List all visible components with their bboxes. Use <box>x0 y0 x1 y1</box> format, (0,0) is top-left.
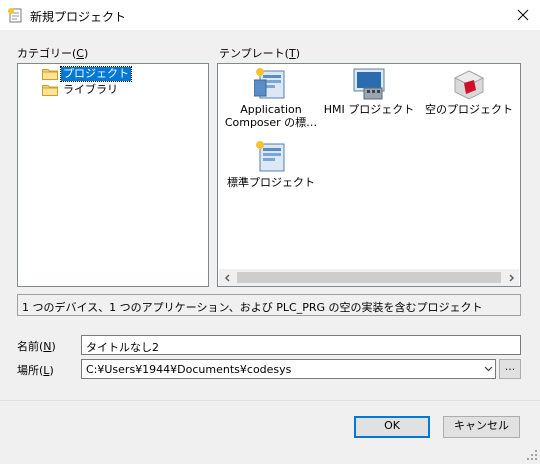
location-label: 場所(L) <box>17 364 54 377</box>
template-label: テンプレート(T) <box>219 47 300 60</box>
template-application-composer[interactable]: Application Composer の標… <box>223 68 319 129</box>
folder-icon <box>42 68 58 80</box>
scroll-thumb[interactable] <box>237 272 501 283</box>
browse-button[interactable]: ... <box>499 359 521 379</box>
template-label: Application <box>240 103 302 116</box>
scroll-right-icon[interactable] <box>502 269 519 286</box>
template-list[interactable]: Application Composer の標… HMI プロジェクト 空のプロ… <box>217 63 521 287</box>
tree-item-label: ライブラリ <box>63 83 118 96</box>
resize-grip-icon[interactable] <box>526 449 538 461</box>
category-tree[interactable]: プロジェクト ライブラリ <box>17 63 209 287</box>
folder-icon <box>42 84 58 96</box>
template-hmi-project[interactable]: HMI プロジェクト <box>321 68 417 116</box>
location-combobox[interactable]: C:¥Users¥1944¥Documents¥codesys <box>81 359 496 379</box>
close-button[interactable] <box>508 2 538 28</box>
name-input[interactable]: タイトルなし2 <box>81 335 521 355</box>
template-label: Composer の標… <box>224 116 318 129</box>
template-label: 標準プロジェクト <box>227 176 315 189</box>
name-label: 名前(N) <box>17 340 56 353</box>
separator <box>0 400 540 401</box>
new-project-icon <box>7 7 23 23</box>
close-icon <box>517 9 529 21</box>
scroll-left-icon[interactable] <box>219 269 236 286</box>
standard-project-icon <box>256 141 285 172</box>
tree-item-label: プロジェクト <box>60 66 132 82</box>
description-box: 1 つのデバイス、1 つのアプリケーション、および PLC_PRG の空の実装を… <box>17 294 521 316</box>
template-empty-project[interactable]: 空のプロジェクト <box>421 68 517 116</box>
category-label: カテゴリー(C) <box>17 47 89 60</box>
template-standard-project[interactable]: 標準プロジェクト <box>223 141 319 189</box>
chevron-down-icon[interactable] <box>481 360 495 378</box>
empty-project-icon <box>453 70 485 100</box>
window-title: 新規プロジェクト <box>30 10 127 24</box>
tree-item-library[interactable]: ライブラリ <box>42 82 120 98</box>
template-label: 空のプロジェクト <box>425 103 513 116</box>
template-label: HMI プロジェクト <box>323 103 415 116</box>
cancel-button[interactable]: キャンセル <box>443 416 520 438</box>
application-composer-icon <box>254 68 285 99</box>
ok-button[interactable]: OK <box>354 416 430 438</box>
tree-item-project[interactable]: プロジェクト <box>42 66 132 82</box>
description-text: 1 つのデバイス、1 つのアプリケーション、および PLC_PRG の空の実装を… <box>22 301 483 314</box>
horizontal-scrollbar[interactable] <box>219 269 519 286</box>
hmi-project-icon <box>353 68 385 100</box>
